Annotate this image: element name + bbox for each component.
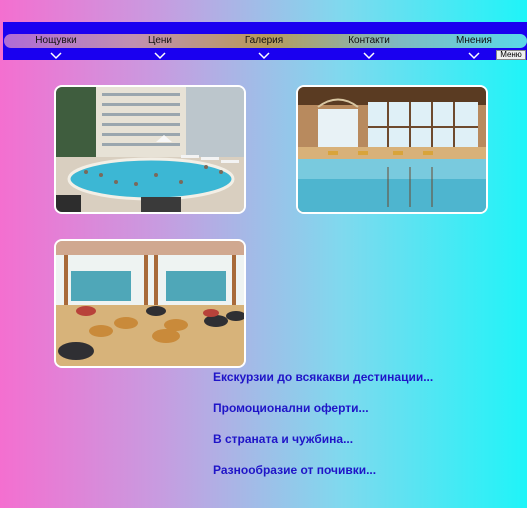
- chevron-down-icon[interactable]: [154, 52, 166, 60]
- lounge-room-picture: [56, 241, 244, 366]
- nav-item-nights[interactable]: Нощувки: [6, 34, 106, 48]
- chevron-down-icon[interactable]: [468, 52, 480, 60]
- promo-link-offers[interactable]: Промоционални оферти...: [213, 401, 369, 415]
- nav-item-gallery[interactable]: Галерия: [214, 34, 314, 48]
- hotel-pool-outdoor-picture: [56, 87, 244, 212]
- chevron-down-icon[interactable]: [363, 52, 375, 60]
- hotel-pool-outdoor-image[interactable]: [56, 87, 244, 212]
- nav-item-contacts[interactable]: Контакти: [319, 34, 419, 48]
- indoor-pool-image[interactable]: [298, 87, 486, 212]
- menu-button[interactable]: Меню: [496, 50, 526, 60]
- indoor-pool-picture: [298, 87, 486, 212]
- promo-link-domestic-abroad[interactable]: В страната и чужбина...: [213, 432, 353, 446]
- lounge-room-image[interactable]: [56, 241, 244, 366]
- nav-item-prices[interactable]: Цени: [110, 34, 210, 48]
- nav-item-reviews[interactable]: Мнения: [424, 34, 524, 48]
- main-navigation: Нощувки Цени Галерия Контакти Мнения: [3, 22, 527, 60]
- promo-link-excursions[interactable]: Екскурзии до всякакви дестинации...: [213, 370, 433, 384]
- chevron-down-icon[interactable]: [50, 52, 62, 60]
- promo-link-variety[interactable]: Разнообразие от почивки...: [213, 463, 376, 477]
- chevron-down-icon[interactable]: [258, 52, 270, 60]
